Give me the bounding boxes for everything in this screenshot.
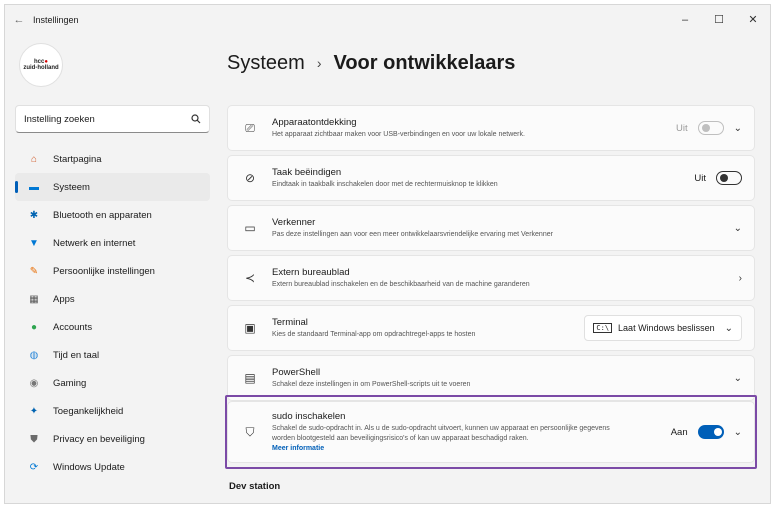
sidebar-item-systeem[interactable]: ▬ Systeem	[15, 173, 210, 201]
end-task-toggle[interactable]	[716, 171, 742, 185]
remote-desktop-icon: ≺	[244, 271, 256, 285]
sidebar: hcc● zuid-holland Instelling zoeken ⌂ Sta…	[15, 43, 210, 481]
apps-icon: ▦	[29, 293, 39, 305]
sidebar-item-windows-update[interactable]: ⟳ Windows Update	[15, 453, 210, 481]
update-icon: ⟳	[29, 461, 39, 473]
card-title: Apparaatontdekking	[272, 116, 357, 128]
folder-icon: ▭	[244, 221, 256, 235]
minimize-button[interactable]: –	[668, 5, 702, 35]
sidebar-item-label: Apps	[53, 293, 75, 305]
breadcrumb-parent[interactable]: Systeem	[227, 52, 305, 75]
maximize-button[interactable]: ☐	[702, 5, 736, 35]
card-description: Pas deze instellingen aan voor een meer …	[272, 230, 553, 238]
sidebar-item-persoonlijke-instellingen[interactable]: ✎ Persoonlijke instellingen	[15, 257, 210, 285]
chevron-down-icon[interactable]: ⌄	[734, 373, 742, 384]
chevron-right-icon[interactable]: ›	[739, 273, 742, 284]
sidebar-item-gaming[interactable]: ◉ Gaming	[15, 369, 210, 397]
sidebar-item-label: Netwerk en internet	[53, 237, 136, 249]
back-button[interactable]: ←	[5, 14, 33, 26]
chevron-down-icon[interactable]: ⌄	[734, 123, 742, 134]
end-task-card[interactable]: ⊘ Taak beëindigen Eindtaak in taakbalk in…	[227, 155, 755, 201]
card-description: Kies de standaard Terminal-app om opdrac…	[272, 330, 476, 338]
card-title: PowerShell	[272, 366, 321, 378]
card-description: Het apparaat zichtbaar maken voor USB-ve…	[272, 130, 525, 138]
avatar-subtext: zuid-holland	[23, 65, 59, 71]
sidebar-item-label: Privacy en beveiliging	[53, 433, 145, 445]
bluetooth-icon: ✱	[29, 209, 39, 221]
card-description: Extern bureaublad inschakelen en de besc…	[272, 280, 530, 288]
sidebar-item-toegankelijkheid[interactable]: ✦ Toegankelijkheid	[15, 397, 210, 425]
search-input[interactable]: Instelling zoeken	[15, 105, 210, 133]
terminal-icon: ▣	[244, 321, 256, 335]
home-icon: ⌂	[30, 153, 38, 165]
close-button[interactable]: ✕	[736, 5, 770, 35]
search-icon	[191, 114, 201, 124]
sidebar-item-label: Toegankelijkheid	[53, 405, 124, 417]
network-icon: ▼	[29, 237, 39, 249]
sidebar-item-label: Tijd en taal	[53, 349, 100, 361]
sidebar-item-bluetooth-en-apparaten[interactable]: ✱ Bluetooth en apparaten	[15, 201, 210, 229]
search-placeholder: Instelling zoeken	[24, 113, 95, 125]
sidebar-item-label: Startpagina	[53, 153, 102, 165]
title-bar: ← Instellingen – ☐ ✕	[5, 5, 770, 35]
sidebar-item-tijd-en-taal[interactable]: ◍ Tijd en taal	[15, 341, 210, 369]
gaming-icon: ◉	[29, 377, 39, 389]
device-discovery-card[interactable]: ⎚ Apparaatontdekking Het apparaat zichtba…	[227, 105, 755, 151]
accounts-icon: ●	[30, 321, 38, 333]
sidebar-item-startpagina[interactable]: ⌂ Startpagina	[15, 145, 210, 173]
terminal-app-icon: C:\	[593, 323, 613, 333]
accessibility-icon: ✦	[29, 405, 39, 417]
card-description: Schakel deze instellingen in om PowerShe…	[272, 380, 471, 388]
sidebar-item-label: Accounts	[53, 321, 93, 333]
sidebar-item-label: Windows Update	[53, 461, 125, 473]
window-title: Instellingen	[33, 15, 79, 25]
sidebar-item-netwerk-en-internet[interactable]: ▼ Netwerk en internet	[15, 229, 210, 257]
remote-desktop-card[interactable]: ≺ Extern bureaublad Extern bureaublad ins…	[227, 255, 755, 301]
explorer-card[interactable]: ▭ Verkenner Pas deze instellingen aan voo…	[227, 205, 755, 251]
sidebar-item-accounts[interactable]: ● Accounts	[15, 313, 210, 341]
dev-station-heading: Dev station	[229, 481, 281, 492]
highlight-frame	[225, 395, 757, 469]
avatar[interactable]: hcc● zuid-holland	[19, 43, 63, 87]
toggle-state-label: Uit	[694, 172, 706, 184]
card-title: Verkenner	[272, 216, 316, 228]
sidebar-item-privacy-en-beveiliging[interactable]: ⛊ Privacy en beveiliging	[15, 425, 210, 453]
sidebar-item-label: Gaming	[53, 377, 87, 389]
breadcrumb: Systeem › Voor ontwikkelaars	[227, 43, 760, 83]
chevron-down-icon[interactable]: ⌄	[734, 223, 742, 234]
powershell-icon: ▤	[244, 371, 256, 385]
main-content: Systeem › Voor ontwikkelaars ⎚ Apparaato…	[223, 43, 760, 503]
sidebar-item-apps[interactable]: ▦ Apps	[15, 285, 210, 313]
sidebar-item-label: Systeem	[53, 181, 90, 193]
sidebar-item-label: Persoonlijke instellingen	[53, 265, 155, 277]
card-title: Extern bureaublad	[272, 266, 350, 278]
card-description: Eindtaak in taakbalk inschakelen door me…	[272, 180, 498, 188]
terminal-app-dropdown[interactable]: C:\ Laat Windows beslissen ⌄	[584, 315, 742, 341]
card-title: Terminal	[272, 316, 308, 328]
brush-icon: ✎	[29, 265, 39, 277]
dropdown-selected-value: Laat Windows beslissen	[618, 323, 715, 333]
breadcrumb-separator: ›	[316, 55, 322, 71]
settings-window: ← Instellingen – ☐ ✕ hcc● zuid-holland I…	[4, 4, 771, 504]
sidebar-item-label: Bluetooth en apparaten	[53, 209, 152, 221]
terminal-card[interactable]: ▣ Terminal Kies de standaard Terminal-app…	[227, 305, 755, 351]
card-title: Taak beëindigen	[272, 166, 342, 178]
toggle-state-label: Uit	[675, 122, 688, 134]
sidebar-nav: ⌂ Startpagina ▬ Systeem ✱ Bluetooth en appara…	[15, 145, 210, 481]
chevron-down-icon: ⌄	[724, 322, 733, 334]
system-icon: ▬	[29, 181, 39, 193]
end-task-icon: ⊘	[244, 171, 256, 185]
shield-icon: ⛊	[30, 433, 38, 445]
device-discovery-toggle[interactable]	[697, 121, 724, 135]
page-title: Voor ontwikkelaars	[333, 51, 516, 74]
device-discovery-icon: ⎚	[245, 120, 255, 135]
globe-icon: ◍	[29, 349, 39, 361]
